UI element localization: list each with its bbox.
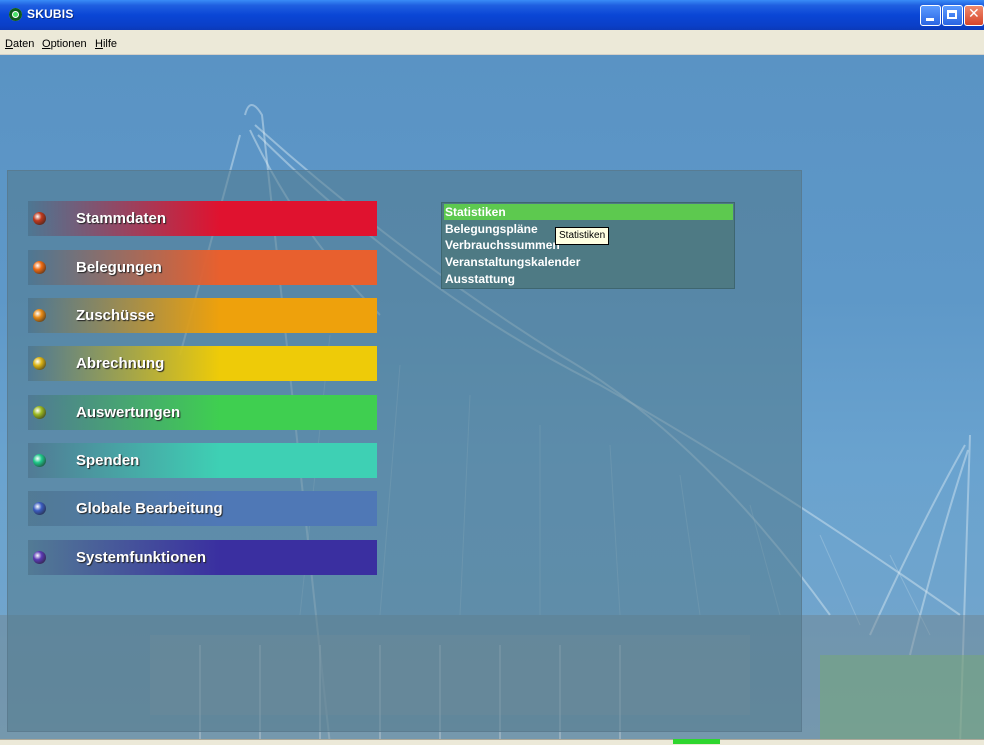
nav-globale-bearbeitung[interactable]: Globale Bearbeitung — [28, 491, 377, 526]
nav-label: Belegungen — [76, 259, 162, 276]
menu-hilfe[interactable]: Hilfe — [95, 38, 117, 50]
belegungen-bullet-icon — [33, 261, 46, 274]
nav-label: Globale Bearbeitung — [76, 500, 223, 517]
menu-hilfe-label: ilfe — [102, 38, 118, 50]
nav-systemfunktionen[interactable]: Systemfunktionen — [28, 540, 377, 575]
status-indicator — [673, 739, 720, 744]
abrechnung-bullet-icon — [33, 357, 46, 370]
nav-zuschuesse[interactable]: Zuschüsse — [28, 298, 377, 333]
window-title: SKUBIS — [27, 7, 74, 21]
nav-label: Systemfunktionen — [76, 549, 207, 566]
close-button[interactable] — [964, 5, 984, 26]
spenden-bullet-icon — [33, 454, 46, 467]
menu-bar: Daten Optionen Hilfe — [0, 30, 984, 55]
maximize-button[interactable] — [942, 5, 963, 26]
zuschuesse-bullet-icon — [33, 309, 46, 322]
nav-abrechnung[interactable]: Abrechnung — [28, 346, 377, 381]
nav-auswertungen[interactable]: Auswertungen — [28, 395, 377, 430]
menu-daten-label: aten — [12, 38, 35, 50]
globale-bearbeitung-bullet-icon — [33, 502, 46, 515]
nav-belegungen[interactable]: Belegungen — [28, 250, 377, 285]
status-bar — [0, 739, 984, 745]
nav-label: Zuschüsse — [76, 307, 155, 324]
nav-label: Stammdaten — [76, 210, 167, 227]
nav-label: Abrechnung — [76, 355, 165, 372]
nav-label: Auswertungen — [76, 404, 181, 421]
menu-optionen[interactable]: Optionen — [42, 38, 87, 50]
submenu-item-veranstaltungskalender[interactable]: Veranstaltungskalender — [444, 254, 733, 270]
stammdaten-bullet-icon — [33, 212, 46, 225]
title-bar: SKUBIS — [0, 0, 984, 30]
menu-optionen-label: ptionen — [50, 38, 87, 50]
tooltip: Statistiken — [555, 227, 610, 245]
auswertungen-bullet-icon — [33, 406, 46, 419]
submenu-item-statistiken[interactable]: Statistiken — [444, 204, 733, 220]
nav-spenden[interactable]: Spenden — [28, 443, 377, 478]
nav-stammdaten[interactable]: Stammdaten — [28, 201, 377, 236]
nav-label: Spenden — [76, 452, 140, 469]
submenu-item-ausstattung[interactable]: Ausstattung — [444, 271, 733, 287]
menu-daten[interactable]: Daten — [5, 38, 34, 50]
app-icon — [9, 8, 22, 21]
submenu-auswertungen: Statistiken Belegungspläne Verbrauchssum… — [441, 202, 735, 289]
minimize-button[interactable] — [920, 5, 941, 26]
systemfunktionen-bullet-icon — [33, 551, 46, 564]
